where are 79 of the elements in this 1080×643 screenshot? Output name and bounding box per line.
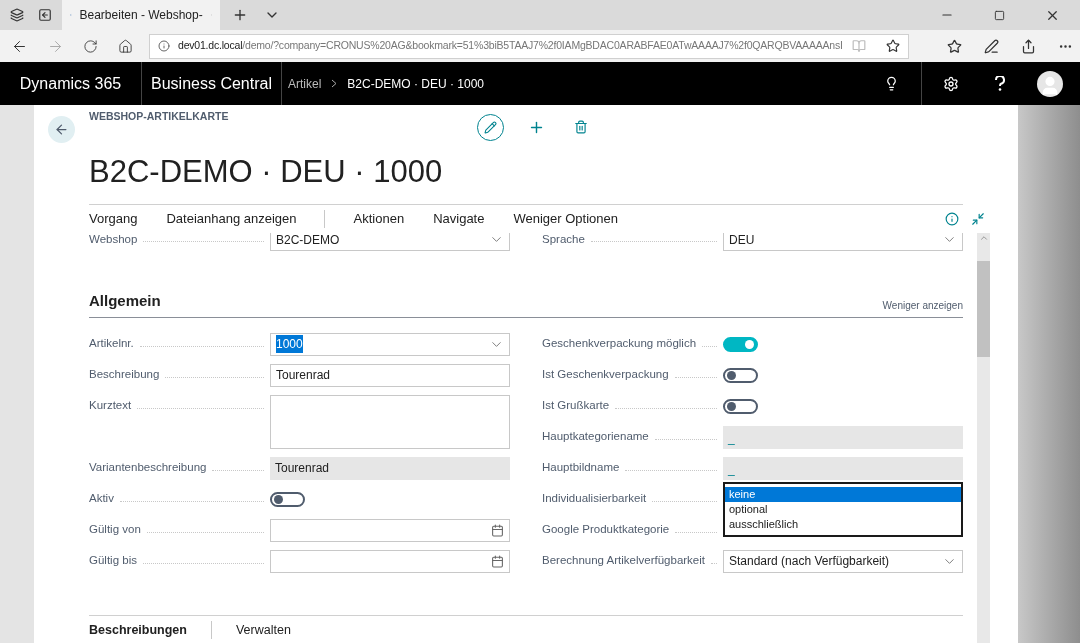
browser-tab[interactable]: Bearbeiten - Webshop- (62, 0, 220, 30)
field-label: Beschreibung (89, 367, 160, 383)
lookup-field[interactable]: _ (723, 425, 963, 449)
action-menu-item[interactable]: Dateianhang anzeigen (166, 209, 297, 229)
date-field[interactable] (270, 549, 510, 573)
toggle-switch[interactable] (270, 491, 305, 507)
collapse-icon[interactable] (971, 212, 985, 226)
field-label: Gültig von (89, 522, 141, 538)
breadcrumb-item[interactable]: Artikel (288, 74, 322, 93)
help-icon[interactable] (995, 76, 1005, 91)
page-title: B2C-DEMO · DEU · 1000 (89, 153, 444, 191)
field-label: Artikelnr. (89, 336, 134, 352)
refresh-icon[interactable] (83, 38, 98, 54)
info-icon (158, 40, 170, 52)
field-label: Webshop (89, 233, 138, 247)
calendar-icon (491, 554, 504, 568)
url-text: dev01.dc.local/demo/?company=CRONUS%20AG&bookmark=51%3biB5TAAJ7%2f0IAMgBDAC0ARABFAE0ATwAAAAJ7%2f0QARQBVAAAAAnsI (178, 38, 843, 54)
pencil-icon (484, 120, 497, 134)
tab[interactable]: Verwalten (235, 620, 291, 640)
dropdown-field[interactable]: DEU (723, 233, 963, 251)
favorites-icon[interactable] (947, 38, 962, 54)
field-label: Berechnung Artikelverfügbarkeit (542, 553, 705, 569)
readonly-field: Tourenrad (270, 456, 510, 480)
set-aside-icon[interactable] (38, 8, 52, 22)
maximize-icon[interactable] (994, 9, 1005, 21)
back-button[interactable] (48, 116, 75, 143)
field-value: Standard (nach Verfügbarkeit) (729, 553, 890, 570)
list-option[interactable]: ausschließlich (725, 516, 961, 532)
toggle-switch[interactable] (723, 398, 758, 414)
scrollbar-thumb[interactable] (977, 261, 990, 357)
list-option[interactable]: optional (725, 501, 961, 517)
field-label: Individualisierbarkeit (542, 491, 647, 507)
input-field[interactable]: Tourenrad (270, 363, 510, 387)
field-label: Variantenbeschreibung (89, 460, 207, 476)
dropdown-field[interactable]: 1000 (270, 332, 510, 356)
breadcrumb-item: B2C-DEMO · DEU · 1000 (347, 75, 485, 93)
action-menu-item[interactable]: Navigate (433, 209, 485, 229)
dropdown-list[interactable]: keine optional ausschließlich (723, 481, 963, 537)
action-menu-item[interactable]: Weniger Optionen (513, 209, 618, 229)
toggle-switch[interactable] (723, 336, 758, 352)
home-icon[interactable] (118, 38, 133, 54)
field-label: Gültig bis (89, 553, 137, 569)
field-label: Google Produktkategorie (542, 522, 670, 538)
action-menu-item[interactable]: Aktionen (353, 209, 405, 229)
field-label: Kurztext (89, 398, 132, 414)
field-value: DEU (729, 233, 755, 249)
field-value: 1000 (276, 335, 303, 353)
favorite-icon[interactable] (886, 39, 900, 53)
new-tab-icon[interactable] (232, 7, 248, 23)
chevron-right-icon (331, 79, 338, 88)
dropdown-field[interactable]: Standard (nach Verfügbarkeit) (723, 549, 963, 573)
show-less-link[interactable]: Weniger anzeigen (882, 297, 963, 313)
tabs-icon[interactable] (10, 8, 24, 22)
address-field[interactable]: dev01.dc.local/demo/?company=CRONUS%20AG&bookmark=51%3biB5TAAJ7%2f0IAMgBDAC0ARABFAE0ATwAAAAJ7%2f0QARQBVAAAAAnsI (149, 33, 909, 59)
page-caption: WEBSHOP-ARTIKELKARTE (89, 109, 230, 125)
info-icon[interactable] (945, 212, 959, 226)
field-label: Hauptbildname (542, 460, 620, 476)
field-value: B2C-DEMO (276, 233, 340, 249)
calendar-icon (491, 523, 504, 537)
tab[interactable]: Beschreibungen (89, 620, 187, 640)
action-menu-item[interactable]: Vorgang (89, 209, 138, 229)
field-label: Hauptkategoriename (542, 429, 649, 445)
lightbulb-icon[interactable] (884, 76, 899, 91)
field-label: Ist Grußkarte (542, 398, 610, 414)
section-title[interactable]: Allgemein (89, 290, 161, 313)
share-icon[interactable] (1021, 38, 1036, 54)
dropdown-field[interactable]: B2C-DEMO (270, 233, 510, 251)
field-label: Aktiv (89, 491, 114, 507)
avatar[interactable] (1037, 70, 1063, 97)
field-label: Geschenkverpackung möglich (542, 336, 697, 352)
pen-icon[interactable] (984, 38, 999, 54)
field-label: Ist Geschenkverpackung (542, 367, 669, 383)
settings-icon[interactable] (943, 75, 959, 92)
list-option[interactable]: keine (725, 486, 961, 502)
delete-icon[interactable] (574, 120, 588, 134)
lookup-field[interactable]: _ (723, 456, 963, 480)
date-field[interactable] (270, 518, 510, 542)
toggle-switch[interactable] (723, 367, 758, 383)
field-label: Sprache (542, 233, 585, 247)
